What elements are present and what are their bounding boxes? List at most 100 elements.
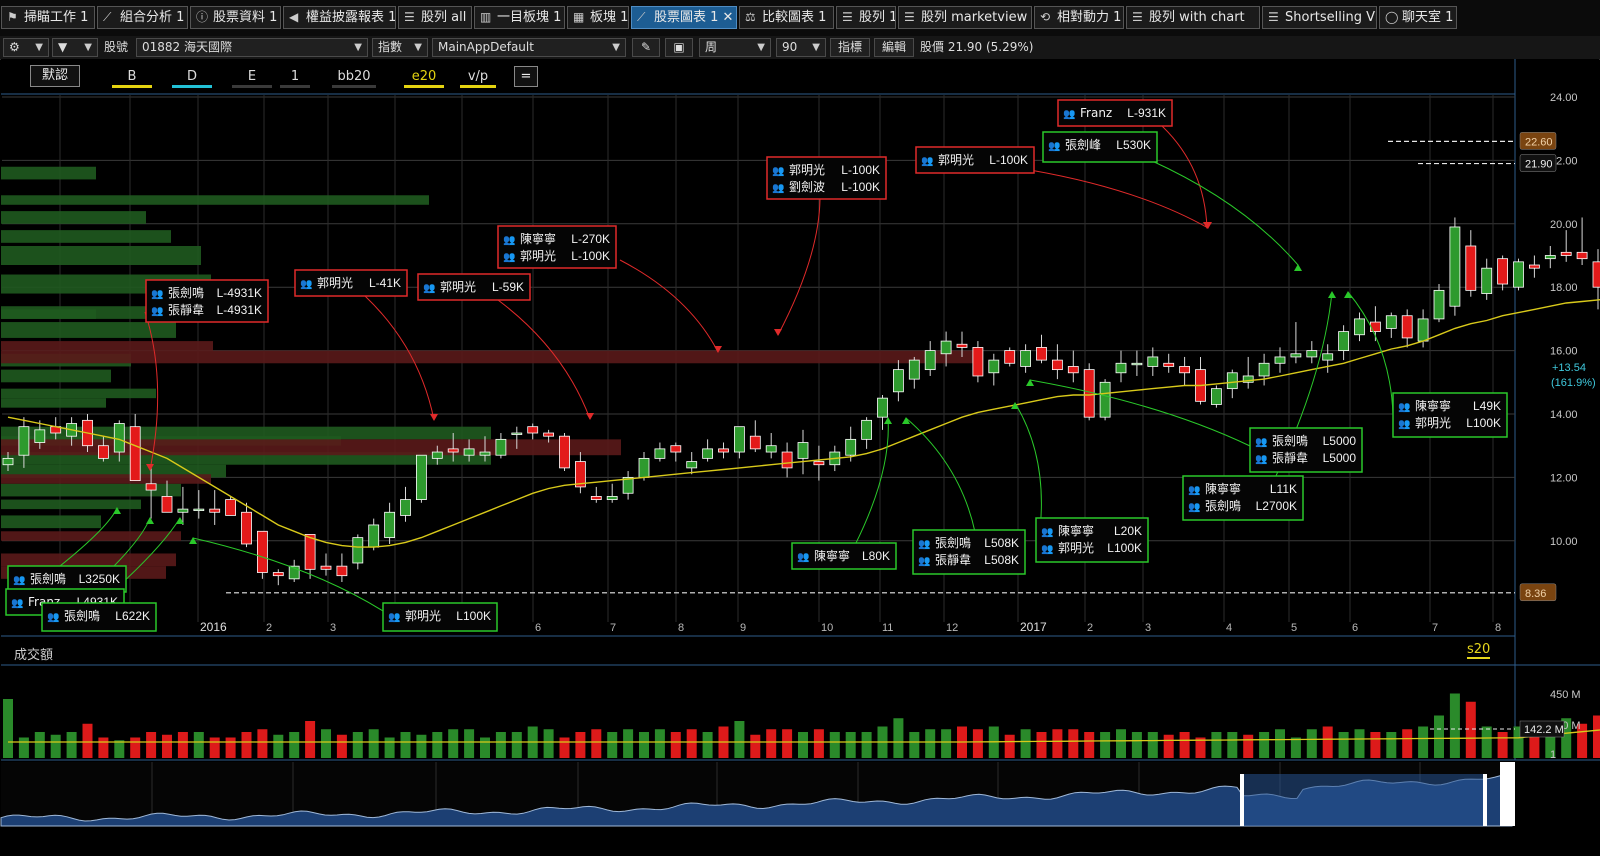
people-icon: 👥 (921, 156, 933, 167)
volume-bar (941, 729, 952, 758)
price-axis-label: 16.00 (1550, 346, 1578, 358)
tab-14[interactable]: ☰ Shortselling View (1262, 6, 1377, 29)
annotation-buy-box[interactable]: 👥 陳寧寧 L80K (791, 542, 897, 570)
volume-bar (575, 732, 586, 758)
candle-body (415, 454, 427, 500)
tab-5[interactable]: ☰ 股列 all (398, 6, 472, 29)
annotation-buy-box[interactable]: 👥 張劍鳴 L3250K (7, 565, 127, 593)
stock-chart[interactable]: 24.0022.0020.0018.0016.0014.0012.0010.00… (0, 59, 1600, 856)
annotation-sell-box[interactable]: 👥 郭明光 L-100K 👥 劉劍波 L-100K (766, 156, 887, 200)
annotation-sell-box[interactable]: 👥 郭明光 L-59K (417, 273, 531, 301)
tab-label: 組合分析 1 (120, 10, 185, 25)
annotation-sell-box[interactable]: 👥 陳寧寧 L-270K 👥 郭明光 L-100K (497, 225, 617, 269)
volume-bar (1052, 729, 1063, 758)
tab-4[interactable]: ◀ 權益披露報表 1 (283, 6, 396, 29)
volume-bar (750, 734, 761, 758)
candle-body (527, 426, 539, 434)
bars-value: 90 (782, 40, 798, 54)
insider-name: 張劍鳴 (30, 571, 66, 586)
draw-button[interactable]: ✎ (632, 38, 660, 57)
annotation-sell-box[interactable]: 👥 郭明光 L-41K (294, 269, 408, 297)
volume-bar (845, 732, 856, 758)
tab-label: 權益披露報表 1 (306, 10, 396, 25)
tab-6[interactable]: ▥ 一目板塊 1 (474, 6, 565, 29)
candle-body (956, 343, 968, 348)
save-button[interactable]: ▣ (665, 38, 693, 57)
candle-body (1354, 318, 1365, 336)
annotation-sell-box[interactable]: 👥 張劍鳴 L-4931K 👥 張靜韋 L-4931K (145, 279, 269, 323)
edit-button[interactable]: 編輯 (874, 38, 914, 57)
layout-select[interactable]: MainAppDefault ▼ (432, 38, 626, 57)
people-icon: 👥 (151, 306, 163, 317)
volume-bar (352, 732, 363, 758)
tab-2[interactable]: ⟋ 組合分析 1 (97, 6, 188, 29)
volume-bar (1338, 732, 1349, 758)
volume-profile-bar (1, 499, 141, 510)
annotation-buy-box[interactable]: 👥 陳寧寧 L49K 👥 郭明光 L100K (1392, 392, 1508, 438)
tab-9[interactable]: ⚖ 比較圖表 1 (739, 6, 834, 29)
period-select[interactable]: 周 ▼ (699, 38, 771, 57)
annotation-buy-box[interactable]: 👥 張劍鳴 L508K 👥 張靜韋 L508K (912, 529, 1026, 575)
annotation-buy-box[interactable]: 👥 張劍鳴 L622K (41, 602, 157, 632)
candle-body (877, 397, 888, 418)
tab-10[interactable]: ☰ 股列 1 (836, 6, 896, 29)
equals-button-label: = (520, 69, 532, 84)
annotation-buy-box[interactable]: 👥 陳寧寧 L20K 👥 郭明光 L100K (1035, 517, 1149, 563)
volume-bar (1593, 715, 1600, 758)
tab-8[interactable]: ⟋ 股票圖表 1 ✕ (631, 6, 737, 29)
people-icon: 👥 (772, 183, 784, 194)
candle-body (813, 461, 825, 466)
annotation-buy-box[interactable]: 👥 郭明光 L100K (382, 602, 498, 632)
volume-bar (448, 729, 459, 758)
indicator-toggle-6[interactable]: e20 (404, 68, 444, 88)
volume-bar (639, 732, 649, 758)
filter-button[interactable]: ▼ ▼ (52, 38, 98, 57)
indicator-toggle-2[interactable]: D (172, 68, 212, 88)
time-axis-label: 8 (678, 622, 684, 634)
tab-15[interactable]: ◯ 聊天室 1 (1379, 6, 1457, 29)
bars-select[interactable]: 90 ▼ (776, 38, 826, 57)
indicator-toggle-3[interactable]: E (232, 68, 272, 88)
default-button[interactable]: 默認 (30, 65, 80, 87)
insider-name: 張劍鳴 (1205, 498, 1241, 513)
volume-indicator-s20[interactable]: s20 (1467, 642, 1491, 659)
indicator-underline (112, 85, 152, 88)
settings-button[interactable]: ⚙ ▼ (3, 38, 49, 57)
insider-change: L49K (1473, 399, 1501, 413)
people-icon: 👥 (918, 539, 930, 550)
tab-label: 股列 all (421, 10, 467, 25)
candle-body (638, 457, 650, 478)
tab-11[interactable]: ☰ 股列 marketview (898, 6, 1032, 29)
time-axis-label: 2017 (1020, 620, 1047, 634)
stock-select[interactable]: 01882 海天國際 ▼ (136, 38, 368, 57)
candle-body (765, 445, 777, 453)
annotation-sell-box[interactable]: 👥 Franz L-931K (1057, 99, 1173, 127)
index-button[interactable]: 指數 ▼ (372, 38, 428, 57)
insider-name: 張劍鳴 (168, 285, 204, 300)
annotation-buy-box[interactable]: 👥 張劍鳴 L5000 👥 張靜韋 L5000 (1249, 427, 1363, 473)
tab-1[interactable]: ⚑ 掃瞄工作 1 (1, 6, 95, 29)
indicator-toggle-1[interactable]: B (112, 68, 152, 88)
time-axis-label: 8 (1495, 622, 1501, 634)
volume-profile-bar (1, 369, 111, 383)
close-tab-icon[interactable]: ✕ (718, 10, 734, 25)
tab-13[interactable]: ☰ 股列 with chart (1126, 6, 1260, 29)
tab-12[interactable]: ⟲ 相對動力 1 (1034, 6, 1124, 29)
annotation-buy-box[interactable]: 👥 陳寧寧 L11K 👥 張劍鳴 L2700K (1182, 475, 1304, 521)
annotation-buy-box[interactable]: 👥 張劍峰 L530K (1042, 131, 1158, 163)
indicators-button[interactable]: 指標 (830, 38, 870, 57)
chevron-down-icon: ▼ (812, 42, 820, 53)
equals-button[interactable]: = (514, 66, 538, 87)
candle-body (129, 426, 141, 481)
indicator-toggle-7[interactable]: v/p (460, 68, 496, 88)
annotation-sell-box[interactable]: 👥 郭明光 L-100K (915, 146, 1035, 174)
volume-bar (193, 732, 204, 758)
indicator-toggle-4[interactable]: 1 (280, 68, 310, 88)
candle-body (1179, 366, 1190, 374)
insider-name: 張劍鳴 (1272, 433, 1308, 448)
tab-7[interactable]: ▦ 板塊 1 (567, 6, 629, 29)
navigator-panel[interactable]: 2008200920102011201220132014201520162017 (0, 762, 1515, 827)
tab-3[interactable]: ⓘ 股票資料 1 (190, 6, 281, 29)
indicator-toggle-5[interactable]: bb20 (332, 68, 376, 88)
candle-body (1544, 255, 1556, 260)
